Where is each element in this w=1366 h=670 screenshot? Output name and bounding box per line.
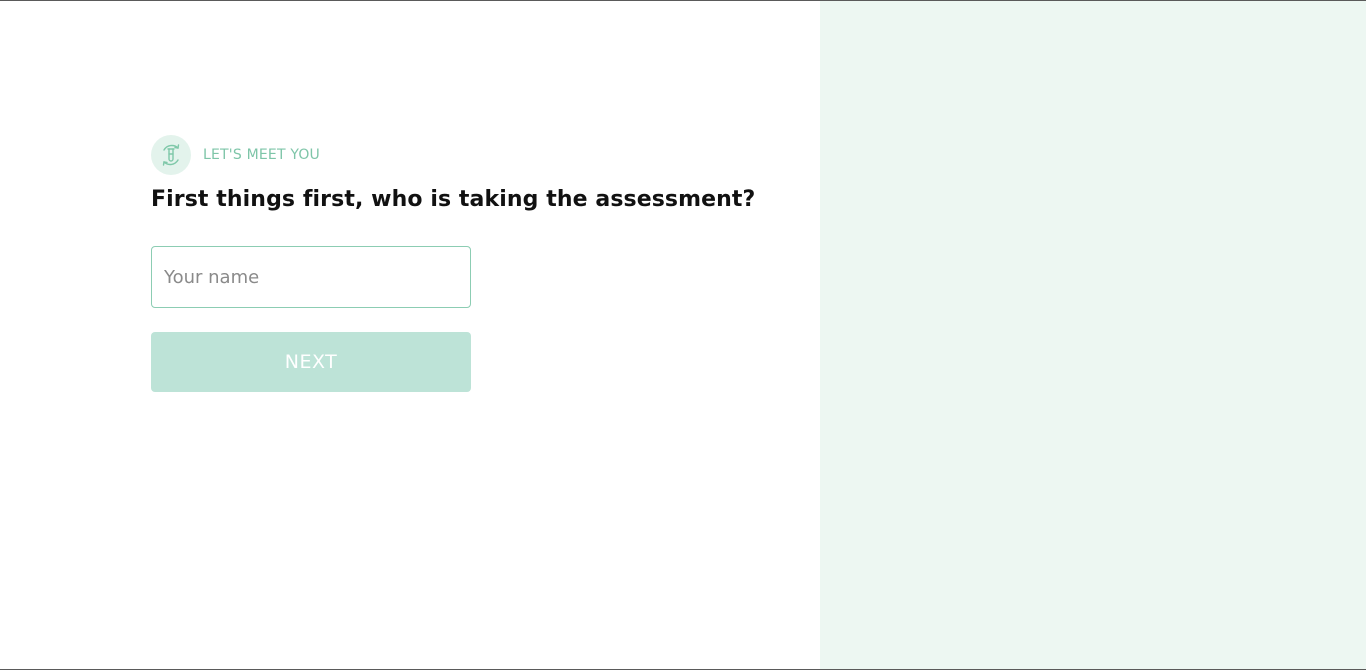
name-input[interactable]: [151, 246, 471, 308]
test-tube-cycle-icon: [151, 135, 191, 175]
page-title: First things first, who is taking the as…: [151, 187, 756, 212]
next-button[interactable]: NEXT: [151, 332, 471, 392]
page: LET'S MEET YOU First things first, who i…: [0, 0, 1366, 670]
form-pane: LET'S MEET YOU First things first, who i…: [0, 1, 820, 669]
name-form: LET'S MEET YOU First things first, who i…: [151, 135, 756, 392]
side-panel: [820, 1, 1366, 669]
eyebrow-label: LET'S MEET YOU: [203, 147, 321, 163]
section-eyebrow: LET'S MEET YOU: [151, 135, 751, 175]
